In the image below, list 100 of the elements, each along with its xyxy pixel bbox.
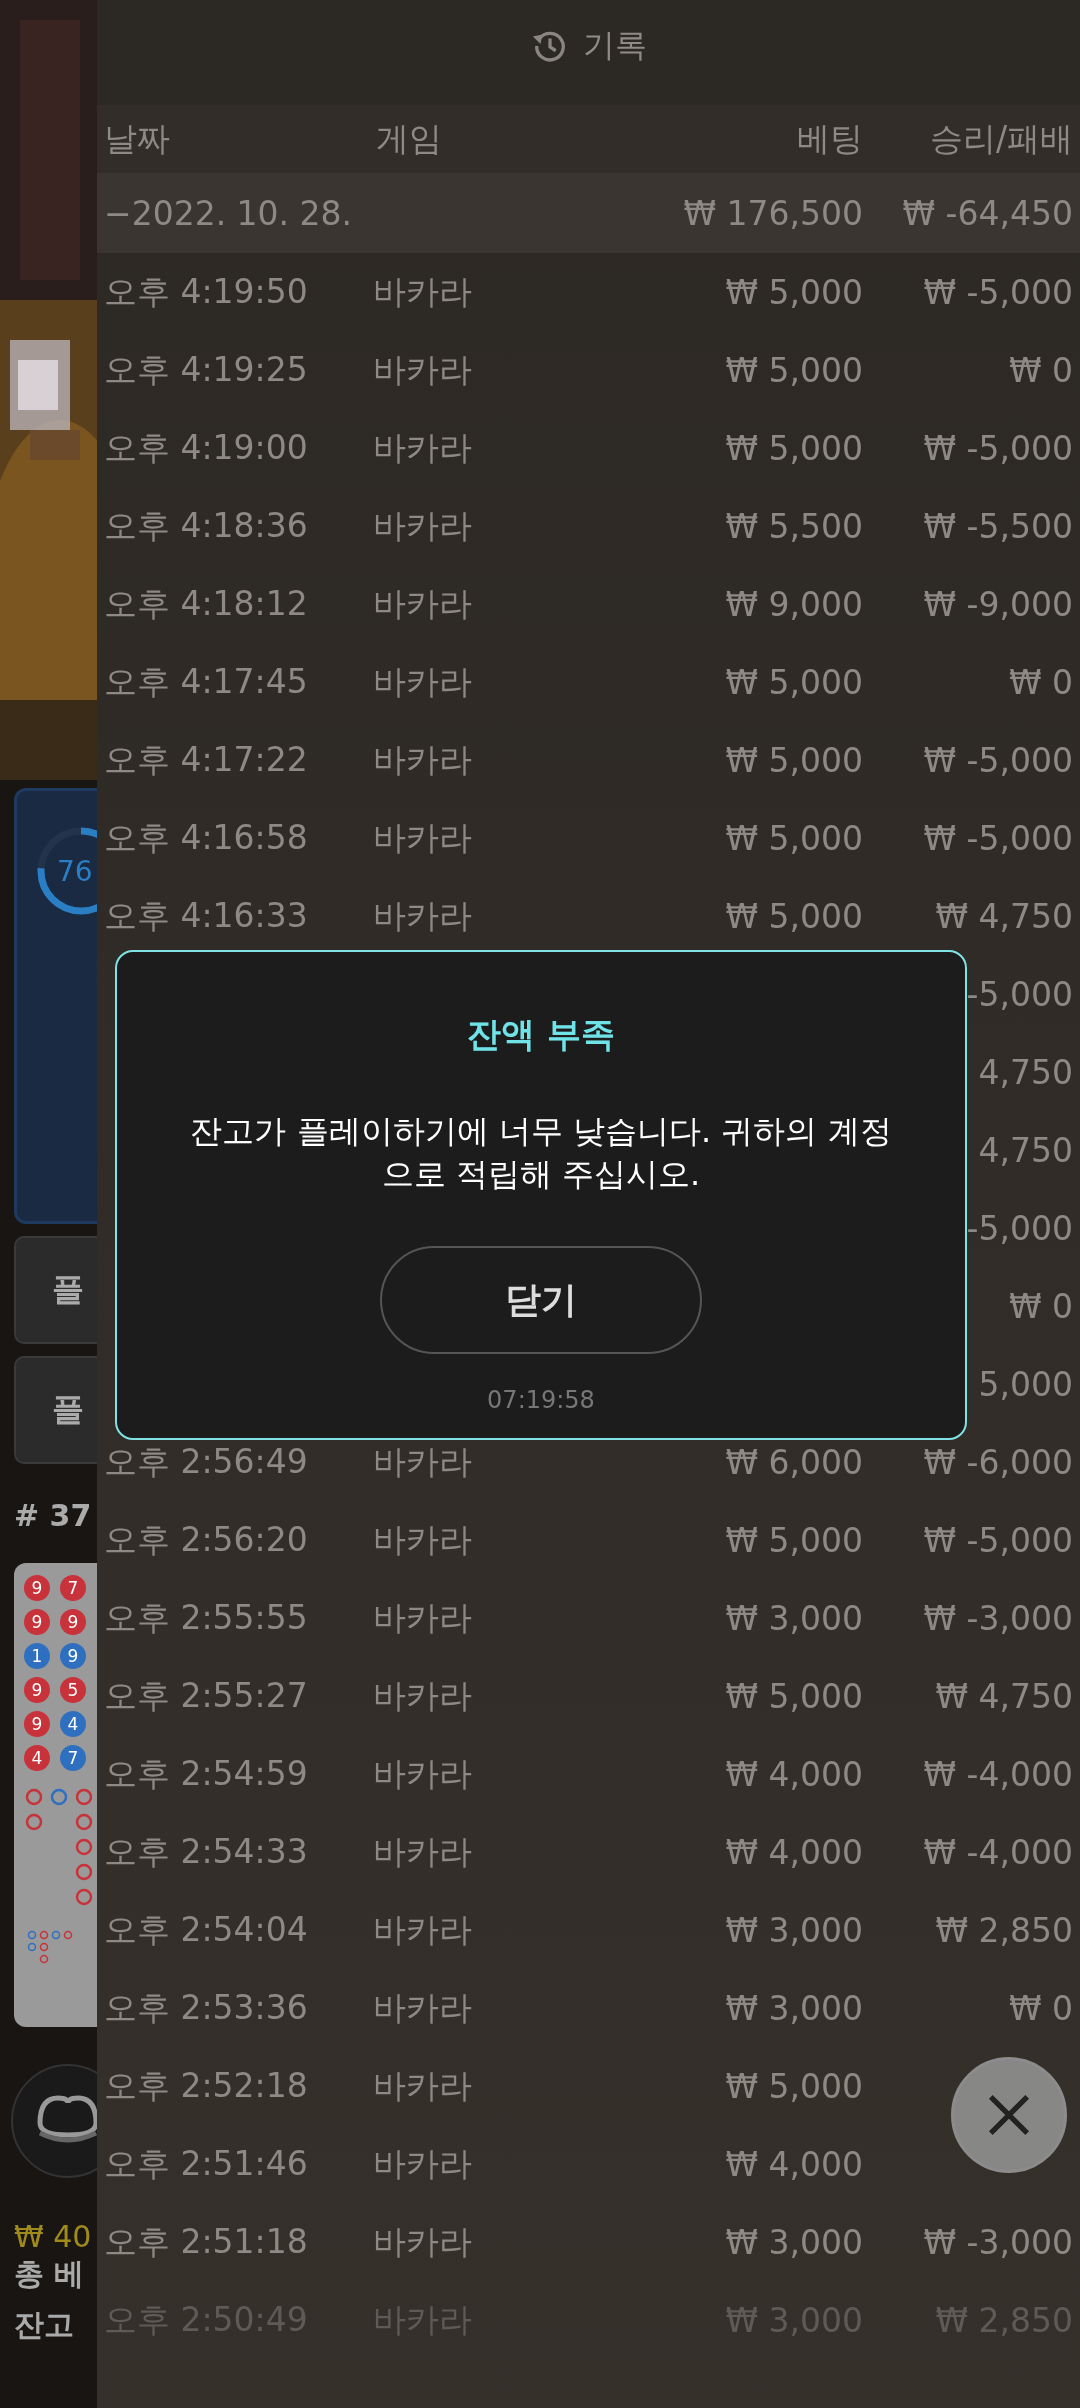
game-cell: 바카라 [373,1519,472,1559]
dialog-message: 잔고가 플레이하기에 너무 낮습니다. 귀하의 계정으로 적립해 주십시오. [189,1111,893,1195]
game-cell: 바카라 [373,271,472,311]
bead: 9 [24,1575,50,1601]
time-cell: 오후 2:54:04 [104,1909,308,1949]
time-cell: 오후 4:18:12 [104,583,308,623]
game-cell: 바카라 [373,1441,472,1481]
bead: 9 [24,1711,50,1737]
time-cell: 오후 2:55:27 [104,1675,308,1715]
chip-stack-icon[interactable] [10,2063,97,2179]
result-cell: 4,750 [978,1130,1073,1170]
dialog-time: 07:19:58 [487,1386,595,1414]
game-cell: 바카라 [373,2143,472,2183]
progress-label: 76 [57,855,93,888]
result-cell: ₩ -5,000 [923,428,1073,468]
result-cell: ₩ -6,000 [923,1442,1073,1482]
game-cell: 바카라 [373,1597,472,1637]
result-cell: ₩ 0 [1008,1988,1073,2028]
time-cell: 오후 2:51:46 [104,2143,308,2183]
round-number: # 37 [14,1498,93,1533]
bet-cell: ₩ 5,000 [725,2066,863,2106]
bet-cell: ₩ 5,500 [725,506,863,546]
time-cell: 오후 2:52:18 [104,2065,308,2105]
amount-text: ₩ 40 [14,2219,93,2254]
time-cell: 오후 2:51:18 [104,2221,308,2261]
bead: 7 [60,1745,86,1771]
bet-cell: ₩ 5,000 [725,818,863,858]
group-bet-total: ₩ 176,500 [682,193,863,233]
game-cell: 바카라 [373,505,472,545]
game-cell: 바카라 [373,739,472,779]
result-cell: ₩ -5,000 [923,740,1073,780]
time-cell: 오후 4:16:33 [104,895,308,935]
game-cell: 바카라 [373,817,472,857]
time-cell: 오후 4:19:00 [104,427,308,467]
date-group-row[interactable]: −2022. 10. 28. ₩ 176,500 ₩ -64,450 [97,173,1080,253]
result-cell: ₩ 0 [1008,662,1073,702]
result-cell: ₩ -5,000 [923,818,1073,858]
result-cell: 4,750 [978,1052,1073,1092]
bet-cell: ₩ 5,000 [725,896,863,936]
group-date: −2022. 10. 28. [104,193,354,233]
bead: 5 [60,1677,86,1703]
column-header: 날짜 [104,117,171,160]
bet-cell: ₩ 4,000 [725,2144,863,2184]
bet-cell: ₩ 3,000 [725,1988,863,2028]
bet-cell: ₩ 4,000 [725,1754,863,1794]
bead: 7 [60,1575,86,1601]
time-cell: 오후 4:18:36 [104,505,308,545]
column-header: 승리/패배 [928,117,1073,160]
game-cell: 바카라 [373,895,472,935]
time-cell: 오후 4:19:50 [104,271,308,311]
result-cell: ₩ -5,000 [923,272,1073,312]
bead: 1 [24,1643,50,1669]
bet-cell: ₩ 3,000 [725,2222,863,2262]
bet-cell: ₩ 5,000 [725,662,863,702]
time-cell: 오후 4:16:58 [104,817,308,857]
result-cell: ₩ -4,000 [923,1832,1073,1872]
column-header: 베팅 [796,117,863,160]
game-cell: 바카라 [373,661,472,701]
bet-cell: ₩ 5,000 [725,1520,863,1560]
balance-label: 잔고 [14,2306,74,2344]
game-cell: 바카라 [373,1675,472,1715]
play-button[interactable]: 플 [14,1356,97,1464]
game-cell: 바카라 [373,1753,472,1793]
result-cell: -5,000 [966,974,1073,1014]
bet-cell: ₩ 3,000 [725,1910,863,1950]
result-cell: ₩ -3,000 [923,1598,1073,1638]
result-cell: ₩ 4,750 [935,896,1073,936]
time-cell: 오후 2:54:59 [104,1753,308,1793]
result-cell: 5,000 [978,1364,1073,1404]
time-cell: 오후 2:56:20 [104,1519,308,1559]
time-cell: 오후 2:56:49 [104,1441,308,1481]
bead: 4 [24,1745,50,1771]
play-button[interactable]: 플 [14,1236,97,1344]
game-cell: 바카라 [373,583,472,623]
result-cell: ₩ 2,850 [935,1910,1073,1950]
bead: 4 [60,1711,86,1737]
result-cell: ₩ -5,000 [923,1520,1073,1560]
bet-cell: ₩ 9,000 [725,584,863,624]
panel-title: 기록 [582,24,647,66]
bet-cell: ₩ 5,000 [725,740,863,780]
bet-cell: ₩ 5,000 [725,272,863,312]
column-header: 게임 [375,117,443,160]
result-cell: ₩ 0 [1008,1286,1073,1326]
bet-cell: ₩ 5,000 [725,428,863,468]
close-button[interactable]: 닫기 [380,1246,702,1354]
game-cell: 바카라 [373,1987,472,2027]
bet-cell: ₩ 3,000 [725,1598,863,1638]
group-result-total: ₩ -64,450 [901,193,1073,233]
dialog-title: 잔액 부족 [467,1013,615,1056]
result-cell: ₩ 4,750 [935,1676,1073,1716]
bead: 9 [60,1643,86,1669]
time-cell: 오후 4:17:22 [104,739,308,779]
time-cell: 오후 4:17:45 [104,661,308,701]
game-cell: 바카라 [373,427,472,467]
result-cell: ₩ -3,000 [923,2222,1073,2262]
time-cell: 오후 2:54:33 [104,1831,308,1871]
game-cell: 바카라 [373,2065,472,2105]
game-cell: 바카라 [373,1909,472,1949]
total-bet-label: 총 베 [14,2255,86,2293]
bead: 9 [24,1609,50,1635]
